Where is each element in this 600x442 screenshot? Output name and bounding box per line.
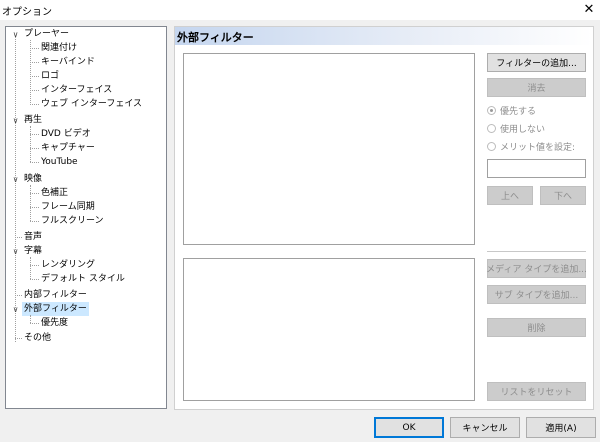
add-media-type-button[interactable]: メディア タイプを追加... xyxy=(486,259,587,278)
tree-item-internal-filters[interactable]: 内部フィルター xyxy=(24,288,87,302)
move-down-button[interactable]: 下へ xyxy=(540,186,586,205)
radio-set-merit-label: メリット値を設定: xyxy=(500,143,576,153)
radio-block-label: 使用しない xyxy=(500,125,546,135)
expand-icon[interactable]: ∨ xyxy=(11,247,20,256)
tree-item-video[interactable]: 映像 xyxy=(24,172,42,186)
media-type-list[interactable] xyxy=(183,258,475,401)
tree-item-player[interactable]: プレーヤー xyxy=(24,27,69,41)
tree-item-web-interface[interactable]: ウェブ インターフェイス xyxy=(41,97,142,111)
tree-item-audio[interactable]: 音声 xyxy=(24,230,42,244)
tree-item-frame-sync[interactable]: フレーム同期 xyxy=(41,200,95,214)
panel-title: 外部フィルター xyxy=(177,31,254,44)
expand-icon[interactable]: ∨ xyxy=(11,175,20,184)
tree-item-logo[interactable]: ロゴ xyxy=(41,69,59,83)
radio-icon xyxy=(487,142,496,151)
reset-list-button[interactable]: リストをリセット xyxy=(487,382,586,401)
window-title: オプション xyxy=(2,7,52,18)
tree-item-dvd-video[interactable]: DVD ビデオ xyxy=(41,127,91,141)
radio-prefer[interactable]: 優先する xyxy=(487,104,536,117)
tree-item-priority[interactable]: 優先度 xyxy=(41,316,68,330)
expand-icon[interactable]: ∨ xyxy=(11,116,20,125)
close-icon[interactable]: ✕ xyxy=(580,1,598,19)
radio-block[interactable]: 使用しない xyxy=(487,122,545,135)
cancel-button[interactable]: キャンセル xyxy=(450,417,520,438)
expand-icon[interactable]: ∨ xyxy=(11,305,20,314)
add-subtype-button[interactable]: サブ タイプを追加... xyxy=(487,285,586,304)
tree-item-subtitles[interactable]: 字幕 xyxy=(24,244,42,258)
add-filter-button[interactable]: フィルターの追加... xyxy=(487,53,586,72)
title-bar xyxy=(0,0,600,20)
ok-button[interactable]: OK xyxy=(374,417,444,438)
delete-button[interactable]: 削除 xyxy=(487,318,586,337)
radio-set-merit[interactable]: メリット値を設定: xyxy=(487,140,575,153)
radio-selected-icon xyxy=(487,106,496,115)
tree-item-default-style[interactable]: デフォルト スタイル xyxy=(41,272,125,286)
options-tree[interactable]: ∨ プレーヤー 関連付け キーバインド ロゴ インターフェイス ウェブ インター… xyxy=(5,26,167,409)
merit-value-input[interactable] xyxy=(487,159,586,178)
tree-item-capture[interactable]: キャプチャー xyxy=(41,141,95,155)
remove-filter-button[interactable]: 消去 xyxy=(487,78,586,97)
move-up-button[interactable]: 上へ xyxy=(487,186,533,205)
divider xyxy=(487,251,586,252)
tree-item-keybindings[interactable]: キーバインド xyxy=(41,55,95,69)
apply-button[interactable]: 適用(A) xyxy=(526,417,596,438)
tree-item-youtube[interactable]: YouTube xyxy=(41,155,78,169)
tree-item-associations[interactable]: 関連付け xyxy=(41,41,77,55)
radio-prefer-label: 優先する xyxy=(500,107,537,117)
tree-item-rendering[interactable]: レンダリング xyxy=(41,258,95,272)
panel-header: 外部フィルター xyxy=(175,27,593,45)
radio-icon xyxy=(487,124,496,133)
tree-item-fullscreen[interactable]: フルスクリーン xyxy=(41,214,104,228)
expand-icon[interactable]: ∨ xyxy=(11,30,20,39)
tree-item-interface[interactable]: インターフェイス xyxy=(41,83,112,97)
tree-item-misc[interactable]: その他 xyxy=(24,331,51,345)
tree-item-external-filters[interactable]: 外部フィルター xyxy=(22,302,89,316)
tree-item-playback[interactable]: 再生 xyxy=(24,113,42,127)
filter-list[interactable] xyxy=(183,53,475,245)
tree-item-color-correction[interactable]: 色補正 xyxy=(41,186,68,200)
